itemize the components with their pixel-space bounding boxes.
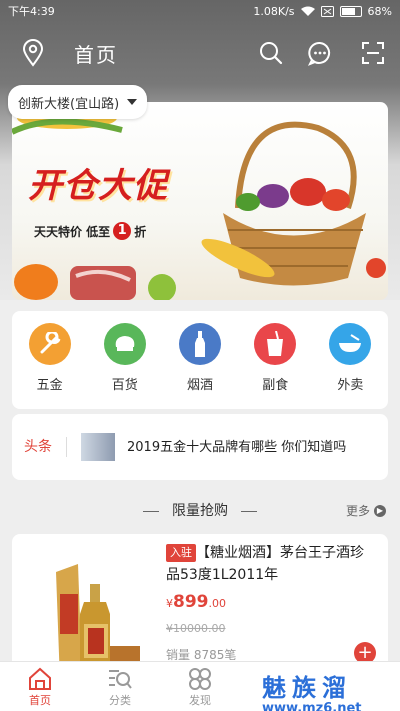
dropdown-arrow-icon <box>127 99 138 105</box>
status-time: 下午4:39 <box>8 5 55 18</box>
watermark-logo: 魅族溜 www.mz6.net <box>262 668 392 711</box>
tab-label: 首页 <box>29 694 51 707</box>
promo-subtitle-prefix: 天天特价 低至 <box>34 224 111 239</box>
vegetable-basket-graphic <box>201 121 386 286</box>
location-icon[interactable] <box>18 39 48 67</box>
meat-and-vegetables-graphic <box>14 264 176 300</box>
tab-home[interactable]: 首页 <box>0 662 80 711</box>
flash-sale-title: 限量抢购 <box>172 503 228 519</box>
category-label: 副食 <box>262 378 289 393</box>
more-label: 更多 <box>345 504 370 518</box>
category-search-icon <box>109 670 132 689</box>
scan-icon[interactable] <box>360 40 386 66</box>
category-label: 外卖 <box>337 378 364 393</box>
price-decimal: .00 <box>208 597 227 610</box>
tab-category[interactable]: 分类 <box>80 662 160 711</box>
page-title: 首页 <box>74 42 118 67</box>
status-bar: 下午4:39 1.08K/s 68% <box>0 0 400 22</box>
network-speed: 1.08K/s <box>253 4 295 18</box>
product-card[interactable]: 入驻 【糖业烟酒】茅台王子酒珍品53度1L2011年 ¥899.00 ¥10000… <box>12 534 388 682</box>
category-item-takeaway[interactable]: 外卖 <box>313 311 388 409</box>
tab-discover[interactable]: 发现 <box>160 662 240 711</box>
original-price: ¥10000.00 <box>166 622 226 635</box>
status-right: 1.08K/s 68% <box>253 5 392 18</box>
category-item-general-goods[interactable]: 百货 <box>87 311 162 409</box>
news-thumbnail <box>81 433 115 461</box>
location-selector[interactable]: 创新大楼(宜山路) <box>8 85 148 119</box>
promo-title: 开仓大促 <box>28 166 168 206</box>
category-item-tobacco-liquor[interactable]: 烟酒 <box>162 311 237 409</box>
price-integer: 899 <box>173 592 209 612</box>
promo-banner[interactable]: 开仓大促 天天特价 低至 1 折 <box>12 102 388 300</box>
price-symbol: ¥ <box>166 597 173 610</box>
more-link[interactable]: 更多 ▶ <box>346 500 386 522</box>
top-bar: 首页 <box>0 30 400 76</box>
tab-label: 分类 <box>109 694 131 707</box>
tab-label: 发现 <box>189 694 211 707</box>
flash-sale-header: 限量抢购 更多 ▶ <box>0 500 400 522</box>
category-item-hardware[interactable]: 五金 <box>12 311 87 409</box>
sim-card-icon <box>320 5 334 17</box>
headline-text: 2019五金十大品牌有哪些 你们知道吗 <box>127 439 347 455</box>
product-price: ¥899.00 <box>166 592 226 612</box>
watermark-url: www.mz6.net <box>262 701 362 711</box>
home-icon <box>29 667 51 690</box>
category-item-groceries[interactable]: 副食 <box>238 311 313 409</box>
discover-icon <box>189 668 211 690</box>
search-icon[interactable] <box>258 40 284 66</box>
headline-news[interactable]: 头条 2019五金十大品牌有哪些 你们知道吗 <box>12 414 388 480</box>
drink-cup-icon <box>254 323 297 365</box>
wifi-icon <box>300 6 315 16</box>
promo-subtitle: 天天特价 低至 1 折 <box>34 222 146 240</box>
headline-tag: 头条 <box>24 437 67 457</box>
battery-icon <box>339 5 362 17</box>
bottle-icon <box>179 323 221 365</box>
message-icon[interactable] <box>307 40 333 66</box>
battery-level: 68% <box>367 4 392 18</box>
category-grid: 五金 百货 烟酒 副食 外卖 <box>12 311 388 409</box>
location-address: 创新大楼(宜山路) <box>18 96 120 112</box>
product-title: 【糖业烟酒】茅台王子酒珍品53度1L2011年 <box>166 545 364 583</box>
category-label: 五金 <box>36 378 63 393</box>
wrench-icon <box>28 323 71 365</box>
chevron-right-icon: ▶ <box>374 505 386 517</box>
category-label: 烟酒 <box>187 378 214 393</box>
store-icon <box>103 323 146 365</box>
watermark-text: 魅族溜 <box>262 674 352 702</box>
divider-right <box>241 511 257 512</box>
settled-badge: 入驻 <box>166 544 196 562</box>
promo-subtitle-suffix: 折 <box>134 224 147 239</box>
promo-discount-number: 1 <box>113 222 132 240</box>
product-name: 入驻 【糖业烟酒】茅台王子酒珍品53度1L2011年 <box>166 542 376 586</box>
bowl-icon <box>329 323 372 365</box>
category-label: 百货 <box>111 378 138 393</box>
